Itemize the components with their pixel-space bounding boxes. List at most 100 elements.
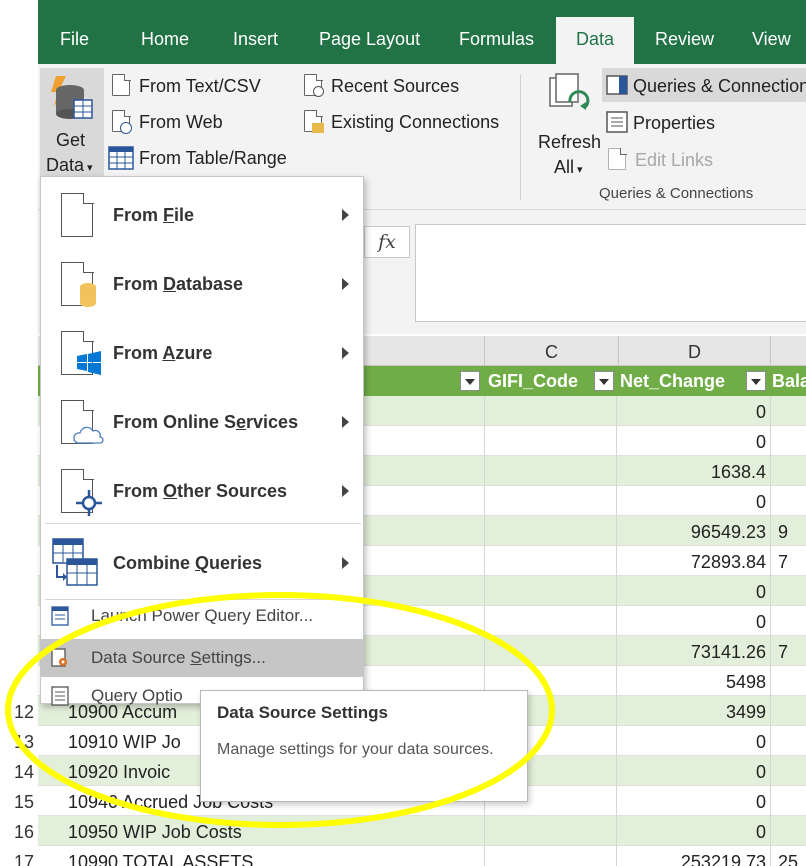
cell-net-change[interactable]: 0 — [616, 816, 766, 848]
queries-connections-label: Queries & Connections — [633, 75, 806, 96]
cell-balance[interactable]: 9 — [778, 516, 788, 548]
cell-account[interactable]: 10990 TOTAL ASSETS — [68, 846, 253, 866]
cell-border — [770, 786, 771, 816]
file-icon — [61, 192, 94, 237]
column-header-c[interactable]: C — [484, 336, 618, 366]
from-table-range-button[interactable]: From Table/Range — [108, 146, 287, 170]
cell-net-change[interactable]: 73141.26 — [616, 636, 766, 668]
menu-item-from-database[interactable]: From Database — [41, 250, 363, 318]
existing-connections-button[interactable]: Existing Connections — [304, 109, 499, 134]
queries-pane-icon — [606, 74, 628, 98]
row-number[interactable]: 17 — [0, 846, 38, 866]
cell-border — [770, 636, 771, 666]
cell-net-change[interactable]: 72893.84 — [616, 546, 766, 578]
tab-data[interactable]: Data — [556, 17, 635, 64]
existing-connections-icon — [304, 109, 326, 134]
tab-insert[interactable]: Insert — [233, 17, 278, 64]
recent-sources-button[interactable]: Recent Sources — [304, 73, 459, 98]
menu-bar: File Home Insert Page Layout Formulas Da… — [38, 0, 806, 64]
get-data-label-row: Data ▾ — [46, 155, 93, 176]
cell-net-change[interactable]: 1638.4 — [616, 456, 766, 488]
header-net-change: Net_Change — [620, 371, 726, 391]
tab-file[interactable]: File — [60, 17, 89, 64]
cell-net-change[interactable]: 0 — [616, 786, 766, 818]
cell-border — [770, 486, 771, 516]
filter-dropdown-icon[interactable] — [746, 371, 766, 391]
edit-links-label: Edit Links — [635, 149, 714, 170]
cell-net-change[interactable]: 0 — [616, 426, 766, 458]
from-web-button[interactable]: From Web — [112, 109, 223, 134]
cell-border — [484, 456, 485, 486]
row-number[interactable] — [0, 456, 38, 486]
submenu-arrow-icon — [342, 416, 349, 428]
from-text-csv-button[interactable]: From Text/CSV — [112, 73, 261, 98]
refresh-all-label: All — [554, 157, 575, 177]
cell-net-change[interactable]: 5498 — [616, 666, 766, 698]
menu-item-from-azure-label: From Azure — [113, 343, 213, 363]
get-data-button[interactable]: Get Data ▾ — [40, 68, 104, 176]
cell-border — [770, 576, 771, 606]
queries-connections-button[interactable]: Queries & Connections — [606, 74, 806, 98]
cell-net-change[interactable]: 0 — [616, 606, 766, 638]
cell-net-change[interactable]: 0 — [616, 726, 766, 758]
menu-item-from-other-sources-label: From Other Sources — [113, 481, 288, 501]
cell-border — [770, 516, 771, 546]
ribbon-separator — [520, 74, 521, 200]
caret-down-icon: ▾ — [577, 164, 583, 176]
get-data-label-1: Get — [56, 130, 86, 150]
insert-function-button[interactable]: fx — [364, 226, 410, 258]
row-number[interactable] — [0, 546, 38, 576]
edit-links-icon — [608, 147, 630, 172]
properties-button[interactable]: Properties — [606, 111, 715, 135]
cell-net-change[interactable]: 0 — [616, 396, 766, 428]
column-header-d[interactable]: D — [618, 336, 770, 366]
cell-net-change[interactable]: 0 — [616, 756, 766, 788]
menu-item-from-database-label: From Database — [113, 274, 244, 294]
tab-formulas[interactable]: Formulas — [459, 17, 534, 64]
menu-item-from-online-services[interactable]: From Online Services — [41, 388, 363, 456]
table-icon — [108, 146, 134, 170]
cell-balance[interactable]: 25 — [778, 846, 798, 866]
refresh-all-button[interactable]: Refresh All ▾ — [532, 70, 604, 177]
tab-view[interactable]: View — [752, 17, 791, 64]
cell-net-change[interactable]: 0 — [616, 486, 766, 518]
column-header-e[interactable] — [770, 336, 806, 366]
cell-balance[interactable]: 7 — [778, 636, 788, 668]
row-number[interactable] — [0, 426, 38, 456]
refresh-label: Refresh — [538, 132, 602, 152]
tab-review[interactable]: Review — [655, 17, 714, 64]
row-number[interactable] — [0, 516, 38, 546]
from-web-label: From Web — [139, 111, 223, 132]
cell-net-change[interactable]: 0 — [616, 576, 766, 608]
menu-item-from-file[interactable]: From File — [41, 181, 363, 249]
web-file-icon — [112, 109, 134, 134]
row-number[interactable] — [0, 486, 38, 516]
cell-border — [770, 846, 771, 866]
table-row: 17 10990 TOTAL ASSETS 253219.73 25 — [0, 846, 806, 866]
cell-border — [770, 396, 771, 426]
formula-input[interactable] — [415, 224, 806, 322]
row-number[interactable] — [0, 396, 38, 426]
refresh-icon — [549, 73, 590, 110]
filter-dropdown-icon[interactable] — [594, 371, 614, 391]
tab-page-layout[interactable]: Page Layout — [319, 17, 420, 64]
filter-dropdown-icon[interactable] — [460, 371, 480, 391]
database-icon — [51, 76, 93, 119]
cell-border — [484, 396, 485, 426]
cell-border — [484, 846, 485, 866]
properties-icon — [606, 111, 628, 135]
get-data-label-2: Data — [46, 155, 85, 175]
cell-net-change[interactable]: 96549.23 — [616, 516, 766, 548]
cell-border — [770, 546, 771, 576]
menu-item-from-other-sources[interactable]: From Other Sources — [41, 457, 363, 525]
cloud-icon — [61, 399, 104, 444]
cell-balance[interactable]: 7 — [778, 546, 788, 578]
cell-net-change[interactable]: 253219.73 — [616, 846, 766, 866]
menu-item-from-azure[interactable]: From Azure — [41, 319, 363, 387]
header-balance: Bala — [772, 371, 806, 391]
cell-border — [770, 756, 771, 786]
cell-net-change[interactable]: 3499 — [616, 696, 766, 728]
edit-links-button[interactable]: Edit Links — [608, 147, 714, 172]
tab-home[interactable]: Home — [141, 17, 189, 64]
cell-border — [484, 516, 485, 546]
